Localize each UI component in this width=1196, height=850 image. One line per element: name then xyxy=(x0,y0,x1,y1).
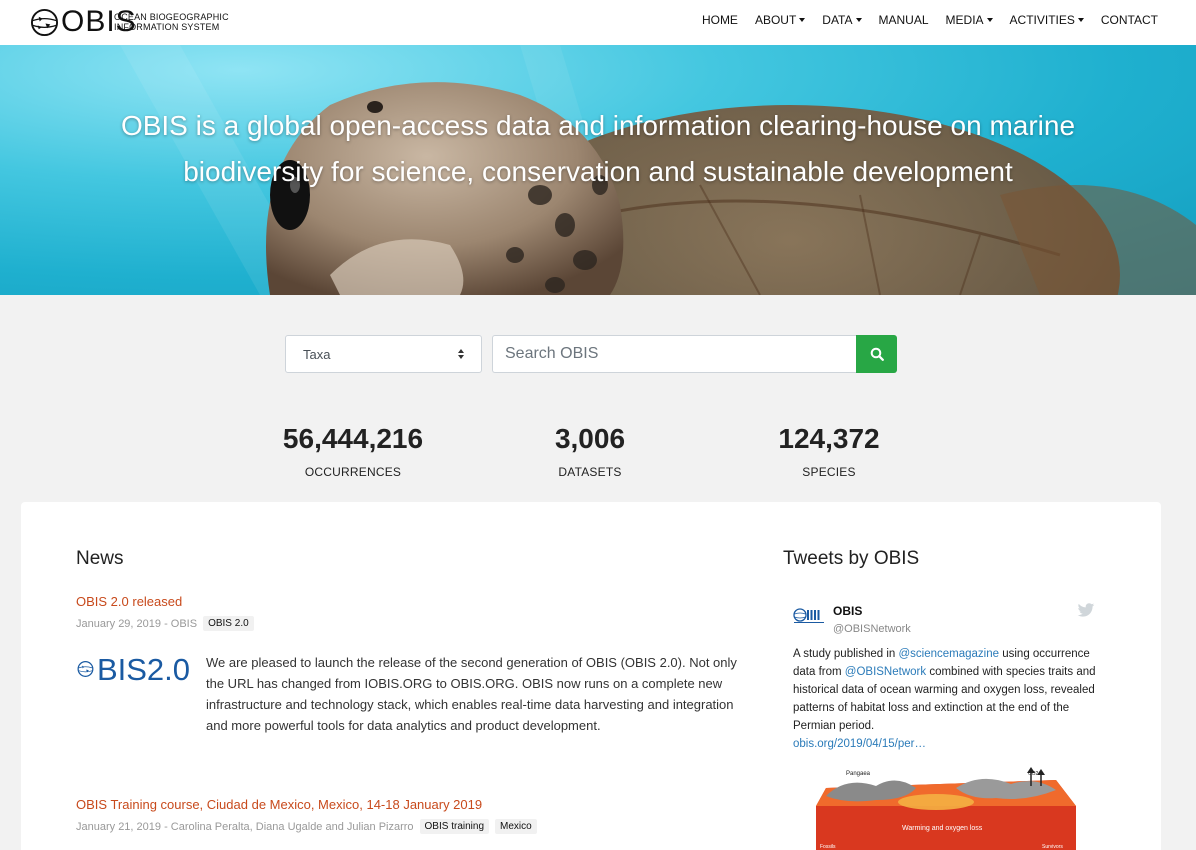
news-meta: January 21, 2019 - Carolina Peralta, Dia… xyxy=(76,819,537,834)
obis-2-logo-text: BIS2.0 xyxy=(96,651,190,687)
tweet-text-part: A study published in xyxy=(793,648,899,660)
tweet-mention-link[interactable]: @sciencemagazine xyxy=(899,648,1000,660)
tweet-image[interactable]: Pangaea CO2 Warming and oxygen loss Foss… xyxy=(806,766,1090,850)
top-navbar: OBIS OCEAN BIOGEOGRAPHIC INFORMATION SYS… xyxy=(0,0,1196,45)
search-type-value: Taxa xyxy=(303,346,331,362)
tweet-url-link[interactable]: obis.org/2019/04/15/per… xyxy=(793,738,926,750)
news-meta: January 29, 2019 - OBIS OBIS 2.0 xyxy=(76,616,254,631)
stat-value: 124,372 xyxy=(778,423,880,454)
globe-logo-icon xyxy=(30,8,59,36)
stat-value: 56,444,216 xyxy=(282,423,424,454)
news-body: We are pleased to launch the release of … xyxy=(206,655,737,733)
stat-occurrences: 56,444,216 OCCURRENCES xyxy=(243,422,463,479)
stat-species: 124,372 SPECIES xyxy=(719,422,939,479)
nav-media[interactable]: MEDIA xyxy=(929,13,993,27)
nav-about-label: ABOUT xyxy=(754,13,797,27)
tweet-author-name[interactable]: OBIS xyxy=(833,604,862,618)
image-label-co2: CO2 xyxy=(1028,771,1039,777)
tweet-mention-link[interactable]: @OBISNetwork xyxy=(845,666,926,678)
stat-datasets: 3,006 DATASETS xyxy=(480,422,700,479)
tweet-avatar[interactable] xyxy=(793,607,827,625)
tweet-text: A study published in @sciencemagazine us… xyxy=(793,645,1098,753)
obis-2-logo: BIS2.0 xyxy=(77,653,190,685)
news-tag[interactable]: OBIS training xyxy=(419,819,490,834)
hero-tagline: OBIS is a global open-access data and in… xyxy=(120,110,1076,187)
logo-subtitle: OCEAN BIOGEOGRAPHIC INFORMATION SYSTEM xyxy=(114,12,254,32)
tweet-author-handle[interactable]: @OBISNetwork xyxy=(833,623,911,635)
stat-label: OCCURRENCES xyxy=(304,465,402,479)
news-tag[interactable]: Mexico xyxy=(495,819,537,834)
nav-home-label: HOME xyxy=(701,13,738,27)
news-title-link[interactable]: OBIS Training course, Ciudad de Mexico, … xyxy=(76,797,482,812)
hero-banner: OBIS is a global open-access data and in… xyxy=(0,45,1196,295)
permian-illustration: Pangaea CO2 Warming and oxygen loss Foss… xyxy=(806,766,1090,850)
nav-data[interactable]: DATA xyxy=(805,13,862,27)
select-arrows-icon xyxy=(458,349,464,359)
nav-about[interactable]: ABOUT xyxy=(738,13,806,27)
image-label-pangaea: Pangaea xyxy=(846,771,871,777)
stat-value: 3,006 xyxy=(554,423,626,454)
obis-avatar-icon xyxy=(793,608,824,623)
image-label-fossils: Fossils xyxy=(820,844,836,850)
news-date-author: January 29, 2019 - OBIS xyxy=(76,617,198,630)
news-title-link[interactable]: OBIS 2.0 released xyxy=(76,594,182,609)
nav-data-label: DATA xyxy=(822,13,853,27)
search-type-select[interactable]: Taxa xyxy=(285,335,482,373)
stat-label: SPECIES xyxy=(802,465,856,479)
nav-media-label: MEDIA xyxy=(945,13,984,27)
globe-logo-icon xyxy=(77,661,94,677)
search-icon xyxy=(870,347,884,361)
search-button[interactable] xyxy=(856,335,897,373)
news-date-author: January 21, 2019 - Carolina Peralta, Dia… xyxy=(76,820,414,833)
tweets-heading: Tweets by OBIS xyxy=(783,548,920,569)
nav-contact[interactable]: CONTACT xyxy=(1084,13,1158,27)
nav-contact-label: CONTACT xyxy=(1100,13,1158,27)
nav-activities[interactable]: ACTIVITIES xyxy=(993,13,1084,27)
main-nav: HOME ABOUT DATA MANUAL MEDIA ACTIVITIES … xyxy=(685,13,1158,27)
twitter-bird-icon[interactable] xyxy=(1077,603,1095,618)
search-input[interactable] xyxy=(492,335,857,373)
logo-subtitle-line1: OCEAN BIOGEOGRAPHIC xyxy=(114,12,229,22)
nav-home[interactable]: HOME xyxy=(685,13,738,27)
image-label-survivors: Survivors xyxy=(1042,844,1063,850)
stat-label: DATASETS xyxy=(558,465,622,479)
nav-manual-label: MANUAL xyxy=(878,13,929,27)
image-label-center: Warming and oxygen loss xyxy=(902,825,983,832)
nav-activities-label: ACTIVITIES xyxy=(1009,13,1075,27)
news-heading: News xyxy=(76,548,124,569)
news-tag[interactable]: OBIS 2.0 xyxy=(203,616,254,631)
logo-subtitle-line2: INFORMATION SYSTEM xyxy=(114,22,220,32)
nav-manual[interactable]: MANUAL xyxy=(862,13,929,27)
